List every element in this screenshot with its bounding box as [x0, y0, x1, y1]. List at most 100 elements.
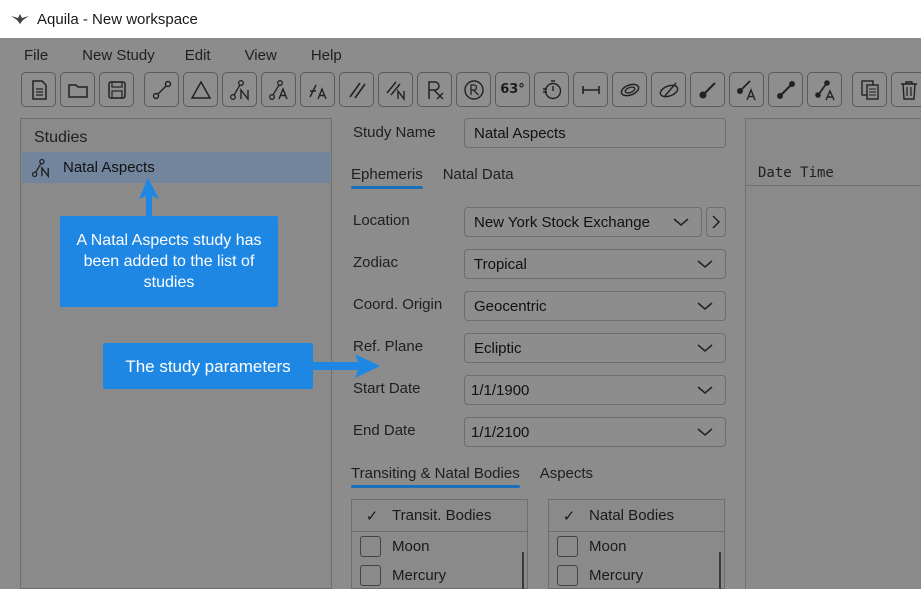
ref-plane-value: Ecliptic	[474, 339, 522, 357]
study-name-input[interactable]: Natal Aspects	[464, 118, 726, 148]
natal-bodies-header[interactable]: ✓ Natal Bodies	[549, 500, 724, 532]
param-tabs: Ephemeris Natal Data	[351, 166, 534, 189]
column-header-date-time[interactable]: Date Time	[758, 165, 834, 181]
rx-icon	[427, 80, 444, 100]
angle-63-button[interactable]: 63°	[495, 72, 530, 107]
transit-bodies-list: ✓ Transit. Bodies Moon Mercury	[351, 499, 528, 589]
location-label: Location	[353, 212, 410, 229]
save-icon	[107, 80, 126, 99]
chevron-down-icon	[673, 218, 689, 226]
checkbox[interactable]	[557, 536, 578, 557]
chevron-right-icon	[712, 215, 721, 229]
bodies-tabs: Transiting & Natal Bodies Aspects	[351, 465, 613, 488]
open-folder-button[interactable]	[60, 72, 95, 107]
location-value: New York Stock Exchange	[474, 213, 650, 231]
stopwatch-icon	[542, 79, 561, 99]
callout-params: The study parameters	[103, 343, 313, 389]
rx-button[interactable]	[417, 72, 452, 107]
stick-a-button[interactable]	[729, 72, 764, 107]
parallel-n-button[interactable]	[378, 72, 413, 107]
stopwatch-button[interactable]	[534, 72, 569, 107]
scrollbar[interactable]	[522, 552, 524, 589]
natal-aspect-icon	[229, 79, 249, 101]
bar-button[interactable]	[768, 72, 803, 107]
window-title: Aquila - New workspace	[37, 10, 198, 28]
check-all-icon[interactable]: ✓	[352, 507, 392, 525]
end-date-label: End Date	[353, 422, 416, 439]
list-item[interactable]: Moon	[352, 532, 527, 561]
triangle-button[interactable]	[183, 72, 218, 107]
angle-63-label: 63°	[500, 82, 525, 97]
tab-ephemeris[interactable]: Ephemeris	[351, 166, 423, 189]
location-next-button[interactable]	[706, 207, 726, 237]
list-item[interactable]: Moon	[549, 532, 724, 561]
menu-new-study[interactable]: New Study	[82, 47, 155, 64]
copy-button[interactable]	[852, 72, 887, 107]
study-label: Natal Aspects	[63, 159, 155, 176]
angle-a-button[interactable]	[300, 72, 335, 107]
menu-edit[interactable]: Edit	[185, 47, 211, 64]
bar-icon	[776, 80, 795, 99]
coord-origin-select[interactable]: Geocentric	[464, 291, 726, 321]
triangle-icon	[190, 79, 211, 99]
chevron-down-icon	[697, 344, 713, 352]
list-item[interactable]: Mercury	[549, 561, 724, 589]
orbit-button[interactable]	[612, 72, 647, 107]
checkbox[interactable]	[557, 565, 578, 586]
stick-a-icon	[736, 79, 756, 100]
list-item[interactable]: Natal Aspects	[22, 152, 330, 183]
bar-a-button[interactable]	[807, 72, 842, 107]
chevron-down-icon	[697, 428, 713, 436]
header-divider	[746, 185, 921, 186]
parallel-button[interactable]	[339, 72, 374, 107]
list-item[interactable]: Mercury	[352, 561, 527, 589]
new-document-button[interactable]	[21, 72, 56, 107]
save-button[interactable]	[99, 72, 134, 107]
scrollbar[interactable]	[719, 552, 721, 589]
orbit-slash-icon	[659, 82, 678, 97]
stick-button[interactable]	[690, 72, 725, 107]
studies-header: Studies	[34, 129, 88, 146]
end-date-picker[interactable]: 1/1/2100	[464, 417, 726, 447]
start-date-value: 1/1/1900	[471, 381, 530, 399]
checkbox[interactable]	[360, 565, 381, 586]
natal-aspect-icon	[31, 158, 49, 178]
body-label: Mercury	[589, 567, 644, 584]
menu-file[interactable]: File	[24, 47, 48, 64]
tab-aspects[interactable]: Aspects	[540, 465, 593, 488]
natal-aspect-button[interactable]	[222, 72, 257, 107]
transit-bodies-title: Transit. Bodies	[392, 507, 492, 524]
aspect-a-button[interactable]	[261, 72, 296, 107]
orbit-slash-button[interactable]	[651, 72, 686, 107]
span-button[interactable]	[573, 72, 608, 107]
title-bar: Aquila - New workspace	[0, 0, 921, 38]
tab-transiting-natal-bodies[interactable]: Transiting & Natal Bodies	[351, 465, 520, 488]
ref-plane-select[interactable]: Ecliptic	[464, 333, 726, 363]
zodiac-label: Zodiac	[353, 254, 399, 271]
delete-button[interactable]	[891, 72, 921, 107]
parallel-n-icon	[385, 81, 405, 101]
orbit-icon	[620, 83, 639, 96]
rx-circle-icon	[463, 79, 484, 100]
menu-help[interactable]: Help	[311, 47, 342, 64]
line-aspect-button[interactable]	[144, 72, 179, 107]
checkbox[interactable]	[360, 536, 381, 557]
check-all-icon[interactable]: ✓	[549, 507, 589, 525]
body-label: Moon	[392, 538, 430, 555]
coord-origin-label: Coord. Origin	[353, 296, 443, 313]
menu-view[interactable]: View	[245, 47, 277, 64]
toolbar: 63°	[21, 72, 921, 108]
new-document-icon	[31, 79, 47, 100]
copy-icon	[860, 79, 879, 100]
end-date-value: 1/1/2100	[471, 423, 530, 441]
transit-bodies-header[interactable]: ✓ Transit. Bodies	[352, 500, 527, 532]
start-date-picker[interactable]: 1/1/1900	[464, 375, 726, 405]
rx-circle-button[interactable]	[456, 72, 491, 107]
zodiac-select[interactable]: Tropical	[464, 249, 726, 279]
tab-natal-data[interactable]: Natal Data	[443, 166, 514, 189]
natal-bodies-title: Natal Bodies	[589, 507, 675, 524]
angle-a-icon	[308, 84, 327, 99]
location-select[interactable]: New York Stock Exchange	[464, 207, 702, 237]
start-date-label: Start Date	[353, 380, 421, 397]
trash-icon	[900, 80, 917, 100]
